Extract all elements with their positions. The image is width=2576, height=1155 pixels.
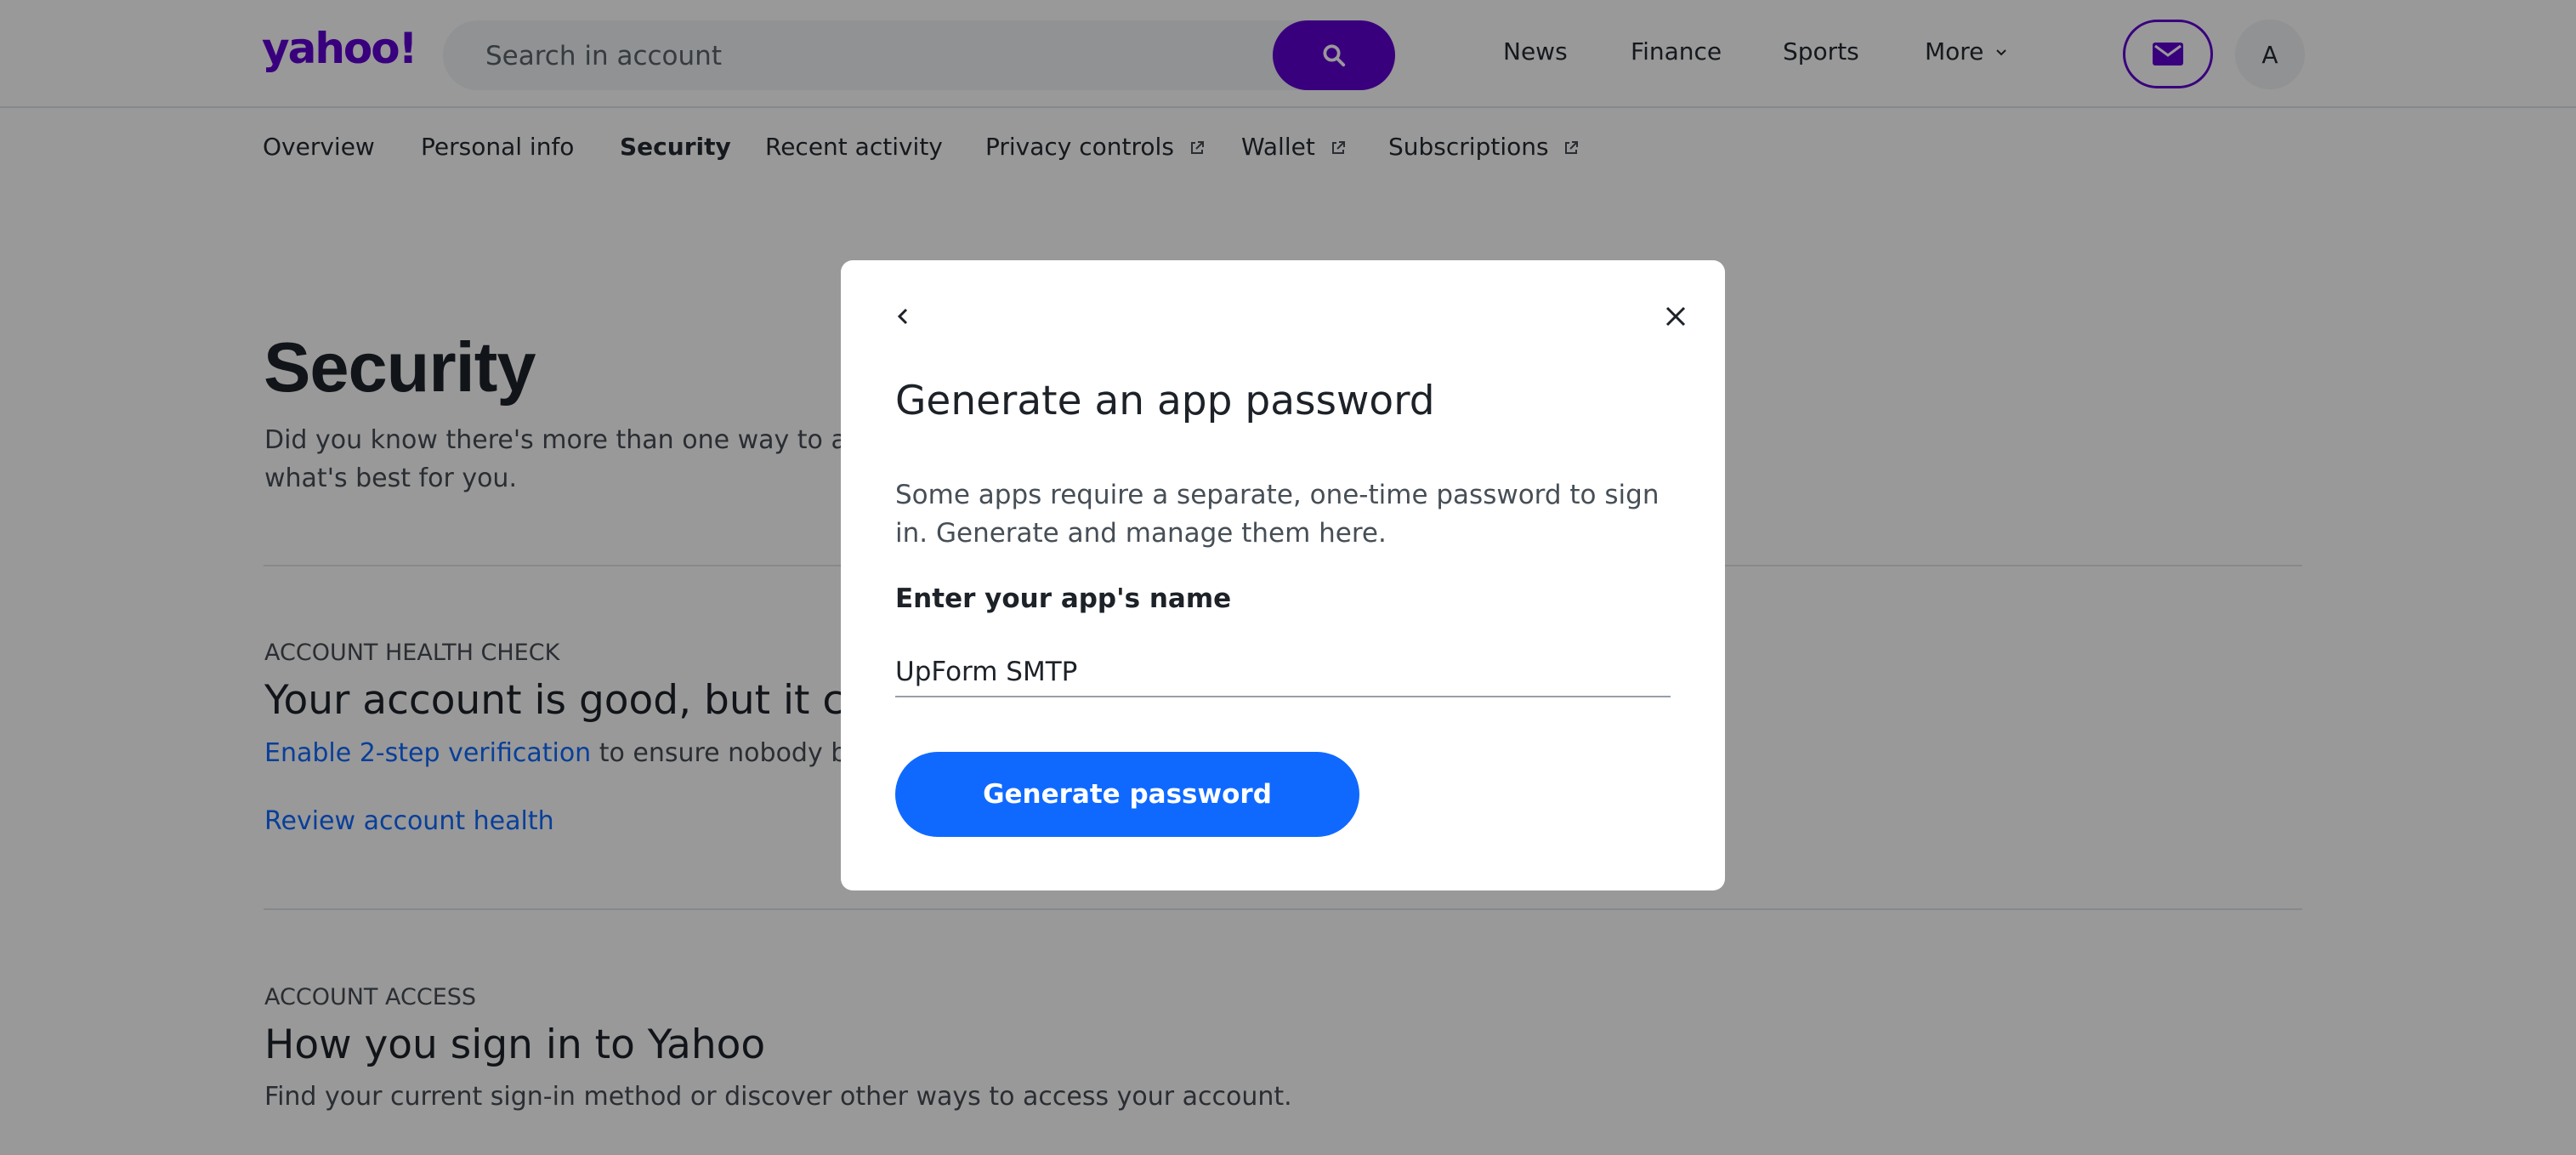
close-button[interactable] bbox=[1659, 299, 1693, 333]
app-password-dialog: Generate an app password Some apps requi… bbox=[841, 260, 1725, 890]
close-icon bbox=[1665, 306, 1686, 327]
dialog-description: Some apps require a separate, one-time p… bbox=[895, 480, 1660, 549]
app-name-label: Enter your app's name bbox=[895, 583, 1232, 614]
back-button[interactable] bbox=[887, 299, 921, 333]
generate-password-button[interactable]: Generate password bbox=[895, 752, 1359, 837]
dialog-title: Generate an app password bbox=[895, 378, 1435, 424]
app-name-input[interactable] bbox=[895, 648, 1671, 697]
chevron-left-icon bbox=[897, 308, 908, 325]
